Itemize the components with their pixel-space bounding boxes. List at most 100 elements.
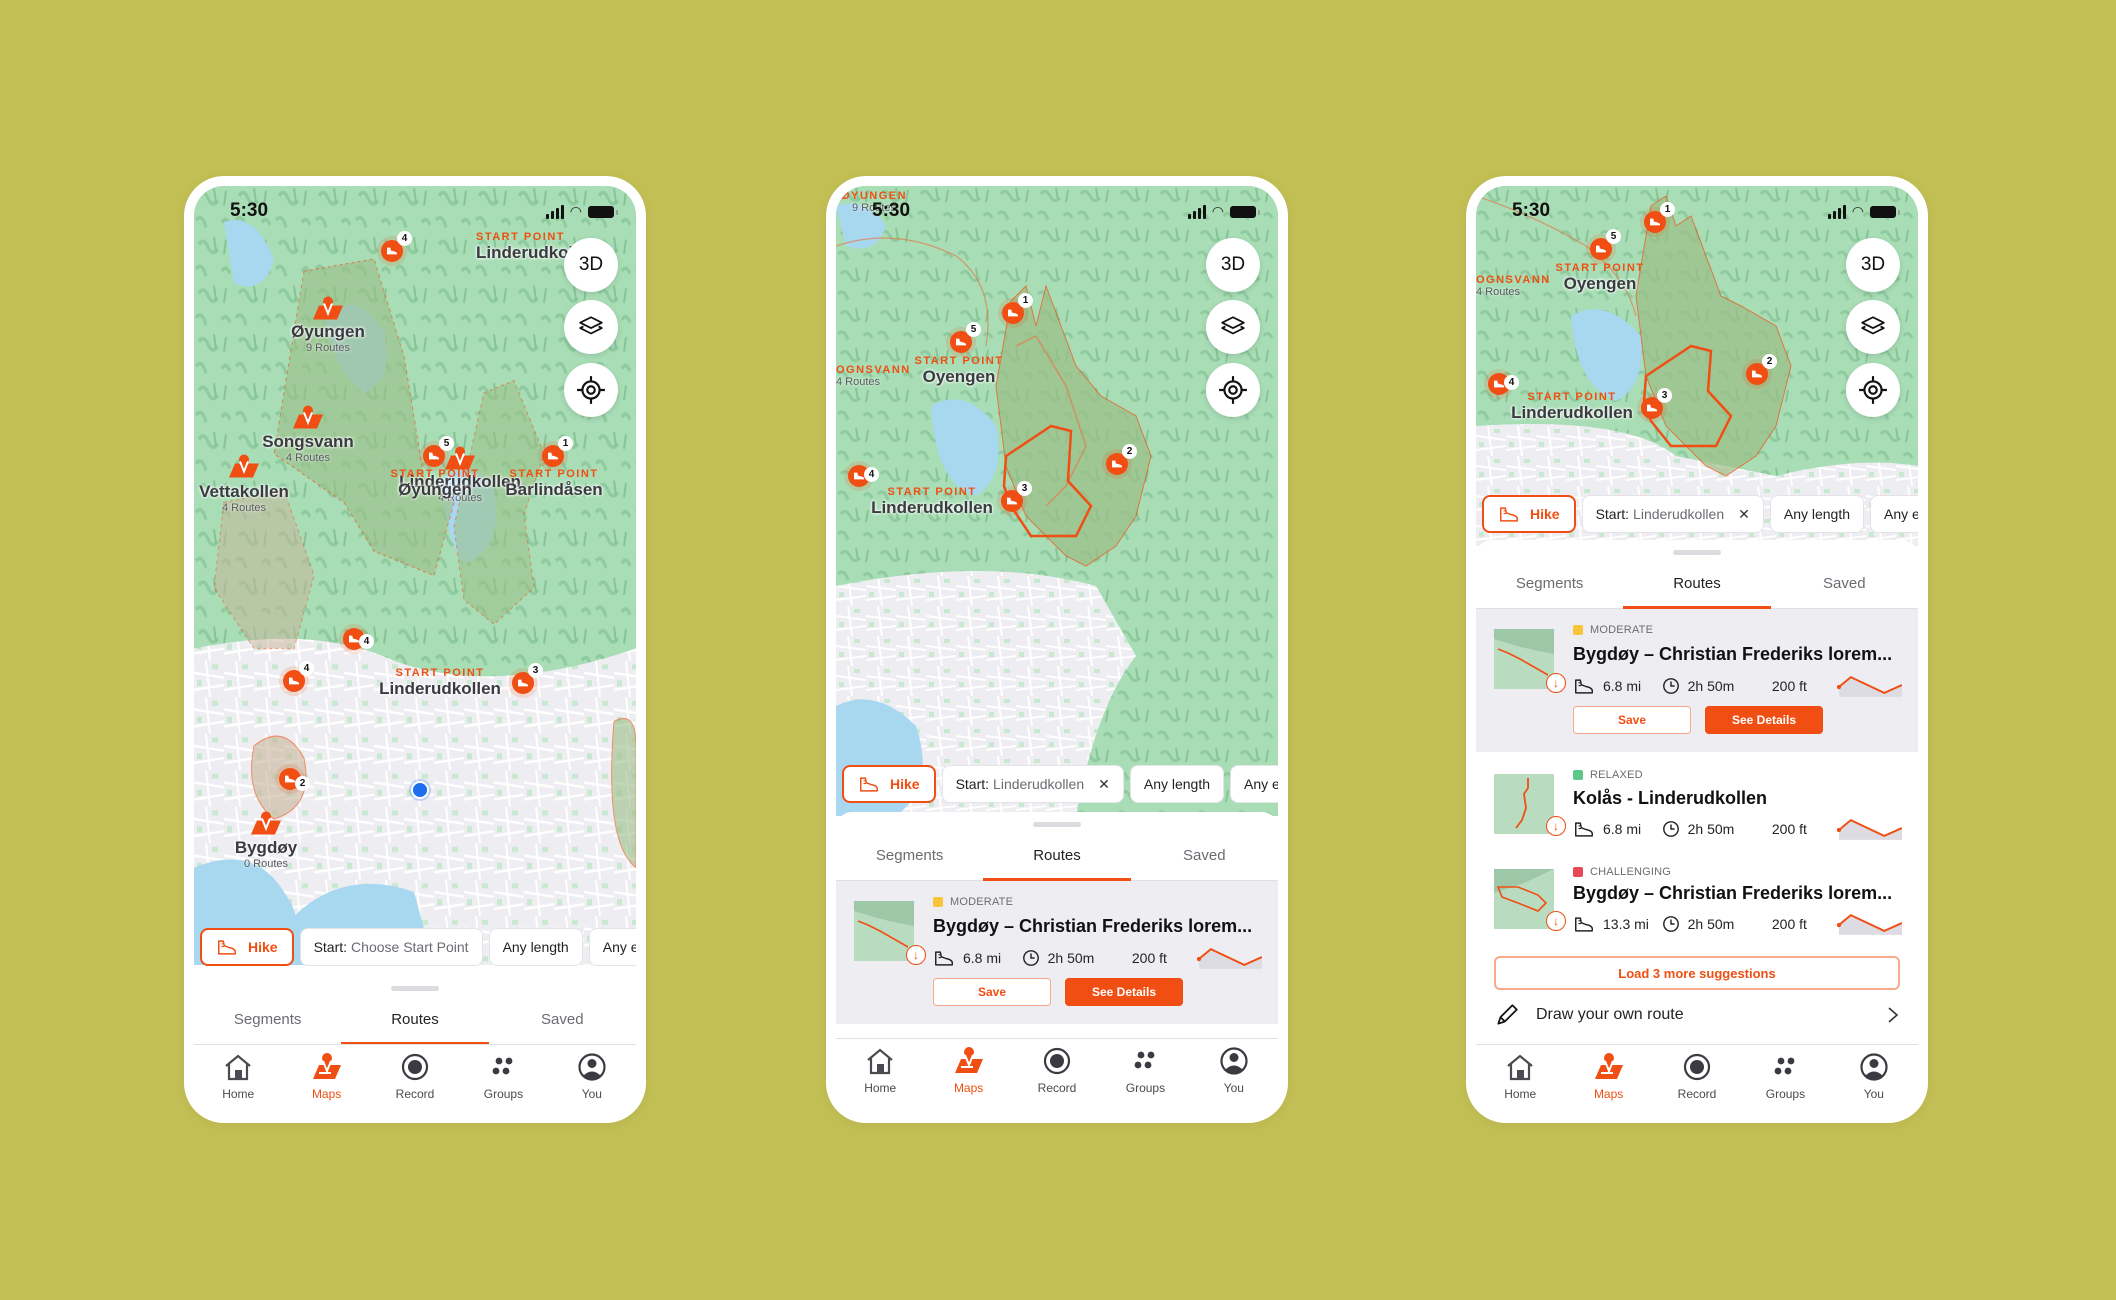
sheet-drag-handle[interactable] [391,986,439,991]
route-title[interactable]: Bygdøy – Christian Frederiks lorem... [1573,883,1892,904]
tab-saved[interactable]: Saved [1131,836,1278,880]
start-point-label[interactable]: START POINT Oyengen [1555,262,1644,294]
nav-record[interactable]: Record [1013,1039,1101,1113]
start-point-label[interactable]: START POINT Øyungen [390,468,479,500]
nav-groups[interactable]: Groups [459,1045,547,1113]
tab-segments[interactable]: Segments [1476,564,1623,608]
nav-home[interactable]: Home [836,1039,924,1113]
locate-button[interactable] [1846,363,1900,417]
selected-start-point-pin[interactable]: 3 [1001,481,1032,512]
route-card[interactable]: ↓ MODERATE Bygdøy – Christian Frederiks … [1476,609,1918,752]
layers-button[interactable] [564,300,618,354]
nav-you[interactable]: You [1830,1045,1918,1113]
start-point-pin[interactable]: 2 [1746,354,1777,385]
nav-record[interactable]: Record [1653,1045,1741,1113]
nav-maps[interactable]: Maps [1564,1045,1652,1113]
start-point-pin[interactable]: 3 [512,663,543,694]
start-point-pin[interactable]: 1 [1002,293,1033,324]
area-label[interactable]: Øyungen 9 Routes [291,322,365,354]
download-icon[interactable]: ↓ [906,945,926,965]
start-point-filter[interactable]: Start: Linderudkollen ✕ [941,765,1124,803]
nav-maps[interactable]: Maps [282,1045,370,1113]
start-point-pin[interactable]: 2 [1106,444,1137,475]
nav-maps[interactable]: Maps [924,1039,1012,1113]
start-point-pin[interactable]: 4 [1488,373,1519,395]
length-filter[interactable]: Any length [1129,765,1225,803]
locate-button[interactable] [564,363,618,417]
save-route-button[interactable]: Save [933,978,1051,1006]
tab-routes[interactable]: Routes [1623,564,1771,609]
locate-button[interactable] [1206,363,1260,417]
area-marker-icon[interactable] [313,296,343,325]
area-label[interactable]: OGNSVANN 4 Routes [836,364,911,388]
start-point-pin[interactable]: 5 [423,436,454,467]
load-more-suggestions-button[interactable]: Load 3 more suggestions [1494,956,1900,990]
start-point-label[interactable]: START POINT Linderudkollen [379,667,501,699]
start-point-pin[interactable]: 4 [283,661,314,692]
route-card[interactable]: ↓ CHALLENGING Bygdøy – Christian Frederi… [1476,857,1918,962]
area-label[interactable]: OGNSVANN 4 Routes [1476,274,1551,298]
3d-button[interactable]: 3D [1206,238,1260,292]
map-view[interactable]: OGNSVANN 4 Routes 5 START POINT Oyengen 3 … [1476,186,1918,546]
activity-filter-hike[interactable]: Hike [1482,495,1576,533]
route-card[interactable]: ↓ MODERATE Bygdøy – Christian Frederiks … [836,881,1278,1024]
map-view[interactable]: Øyungen 9 Routes Songsvann 4 Routes Vettak… [194,186,636,965]
start-point-pin[interactable]: 5 [950,322,981,353]
start-point-label[interactable]: START POINT Linderudkollen [1511,391,1633,423]
tab-saved[interactable]: Saved [489,1000,636,1044]
start-point-pin[interactable]: 4 [343,628,374,650]
nav-you[interactable]: You [548,1045,636,1113]
route-title[interactable]: Bygdøy – Christian Frederiks lorem... [933,916,1252,937]
3d-button[interactable]: 3D [1846,238,1900,292]
nav-groups[interactable]: Groups [1101,1039,1189,1113]
start-point-pin[interactable]: 1 [542,436,573,467]
area-label[interactable]: Songsvann 4 Routes [262,432,354,464]
tab-segments[interactable]: Segments [194,1000,341,1044]
start-point-pin[interactable]: 4 [848,465,879,487]
download-icon[interactable]: ↓ [1546,816,1566,836]
draw-your-own-route-row[interactable]: Draw your own route [1494,1000,1900,1030]
3d-button[interactable]: 3D [564,238,618,292]
layers-button[interactable] [1206,300,1260,354]
download-icon[interactable]: ↓ [1546,911,1566,931]
elevation-filter[interactable]: Any ele [1870,495,1918,533]
start-point-pin[interactable]: 5 [1590,229,1621,260]
area-label[interactable]: Vettakollen 4 Routes [199,482,289,514]
download-icon[interactable]: ↓ [1546,673,1566,693]
length-filter[interactable]: Any length [488,928,583,966]
start-point-filter[interactable]: Start: Choose Start Point [299,928,483,966]
see-details-button[interactable]: See Details [1705,706,1823,734]
clear-start-icon[interactable]: ✕ [1098,776,1110,793]
selected-start-point-pin[interactable]: 3 [1641,388,1672,419]
save-route-button[interactable]: Save [1573,706,1691,734]
area-marker-icon[interactable] [229,454,259,483]
area-marker-icon[interactable] [293,405,323,434]
tab-segments[interactable]: Segments [836,836,983,880]
see-details-button[interactable]: See Details [1065,978,1183,1006]
nav-home[interactable]: Home [1476,1045,1564,1113]
nav-home[interactable]: Home [194,1045,282,1113]
activity-filter-hike[interactable]: Hike [842,765,936,803]
route-title[interactable]: Bygdøy – Christian Frederiks lorem... [1573,644,1892,665]
start-point-label[interactable]: START POINT Oyengen [914,355,1003,387]
sheet-drag-handle[interactable] [1673,550,1721,555]
route-card[interactable]: ↓ RELAXED Kolås - Linderudkollen 6.8 mi … [1476,752,1918,857]
start-point-pin[interactable]: 2 [279,768,310,791]
tab-routes[interactable]: Routes [983,836,1131,881]
area-marker-icon[interactable] [251,811,281,840]
start-point-label[interactable]: START POINT Linderudkollen [871,486,993,518]
route-title[interactable]: Kolås - Linderudkollen [1573,788,1767,809]
clear-start-icon[interactable]: ✕ [1738,506,1750,523]
start-point-filter[interactable]: Start: Linderudkollen ✕ [1581,495,1764,533]
start-point-pin[interactable]: 4 [381,231,412,262]
nav-record[interactable]: Record [371,1045,459,1113]
nav-groups[interactable]: Groups [1741,1045,1829,1113]
tab-saved[interactable]: Saved [1771,564,1918,608]
area-label[interactable]: Bygdøy 0 Routes [235,838,297,870]
tab-routes[interactable]: Routes [341,1000,489,1045]
elevation-filter[interactable]: Any ele [1230,765,1278,803]
sheet-drag-handle[interactable] [1033,822,1081,827]
length-filter[interactable]: Any length [1769,495,1865,533]
activity-filter-hike[interactable]: Hike [200,928,294,966]
layers-button[interactable] [1846,300,1900,354]
